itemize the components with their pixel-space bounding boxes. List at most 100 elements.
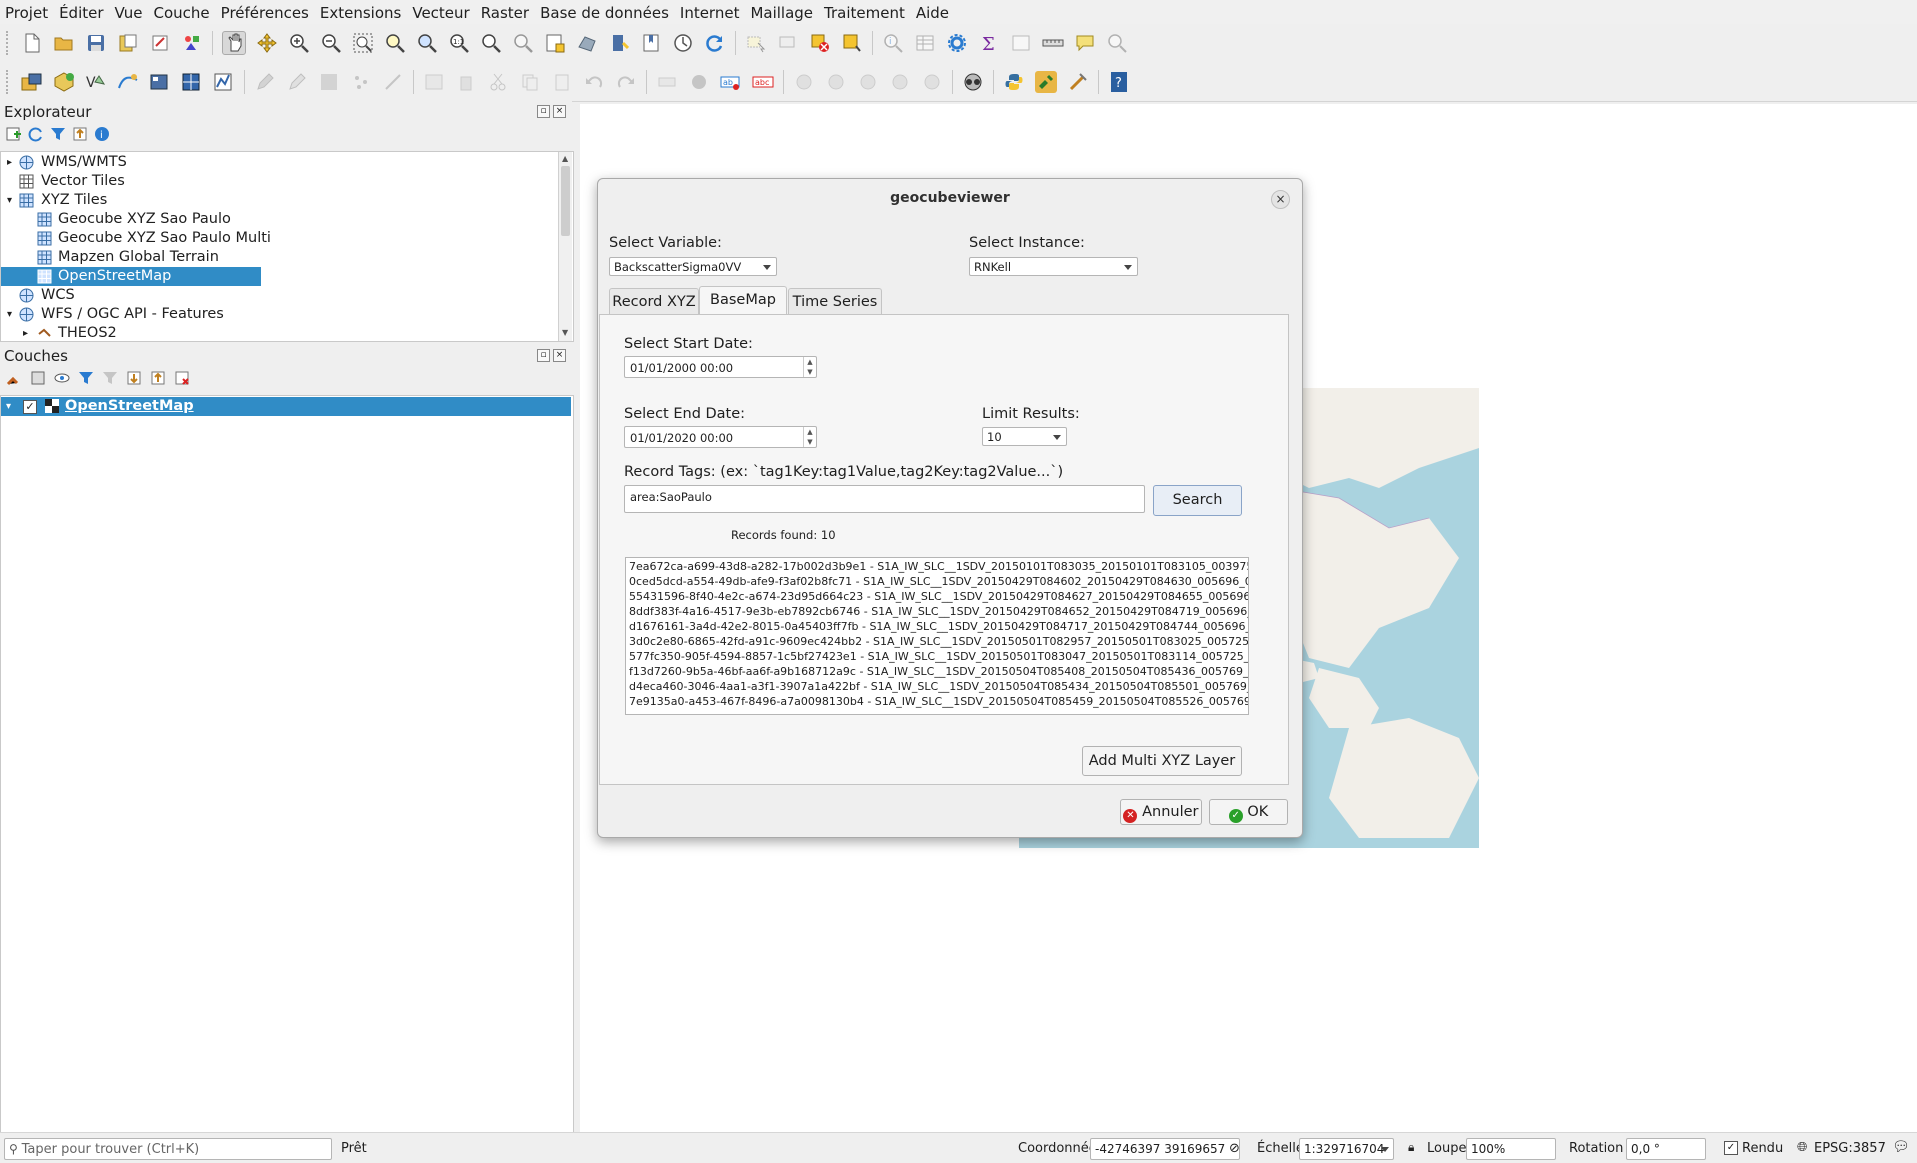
help-icon[interactable]: ? — [1108, 71, 1130, 93]
menu-traitement[interactable]: Traitement — [819, 4, 910, 22]
menu-maillage[interactable]: Maillage — [745, 4, 818, 22]
browser-item-vector-tiles[interactable]: Vector Tiles — [1, 172, 561, 191]
change-label-icon[interactable] — [857, 71, 879, 93]
rotation-spinbox[interactable]: 0,0 ° — [1626, 1138, 1706, 1160]
dialog-close-button[interactable]: × — [1271, 190, 1290, 209]
list-item[interactable]: d4eca460-3046-4aa1-a3f1-3907a1a422bf - S… — [629, 680, 1248, 693]
save-as-icon[interactable] — [117, 32, 139, 54]
list-item[interactable]: 3d0c2e80-6865-42fd-a91c-9609ec424bb2 - S… — [629, 635, 1248, 648]
toolbar-handle[interactable] — [6, 70, 12, 94]
collapse-all-icon[interactable] — [72, 126, 88, 146]
render-checkbox[interactable]: ✓ — [1724, 1141, 1738, 1155]
style-manager-icon[interactable] — [181, 32, 203, 54]
label-toolbar-icon[interactable] — [656, 71, 678, 93]
lock-scale-icon[interactable]: 🔒︎ — [1408, 1140, 1414, 1155]
select-by-value-icon[interactable] — [777, 32, 799, 54]
menu-raster[interactable]: Raster — [476, 4, 534, 22]
start-date-input[interactable]: 01/01/2000 00:00 ▲ ▼ — [624, 356, 817, 378]
add-vector-icon[interactable] — [213, 71, 235, 93]
scrollbar-thumb[interactable] — [561, 166, 570, 236]
deselect-all-icon[interactable] — [809, 32, 831, 54]
layer-diagram-icon[interactable]: abc — [752, 71, 774, 93]
statistics-icon[interactable]: Σ — [978, 32, 1000, 54]
list-item[interactable]: d1676161-3a4d-42e2-8015-0a45403ff7fb - S… — [629, 620, 1248, 633]
new-bookmark-icon[interactable] — [608, 32, 630, 54]
manage-visibility-icon[interactable] — [54, 370, 70, 390]
coordinate-toggle-icon[interactable]: ⊘ — [1229, 1141, 1240, 1156]
list-item[interactable]: 7e9135a0-a453-467f-8496-a7a0098130b4 - S… — [629, 695, 1248, 708]
select-instance-combobox[interactable]: RNKell — [969, 257, 1138, 276]
browser-item-wcs[interactable]: WCS — [1, 286, 561, 305]
collapse-arrow-icon[interactable]: ▾ — [6, 397, 11, 416]
tab-basemap[interactable]: BaseMap — [699, 286, 787, 314]
refresh-icon[interactable] — [704, 32, 726, 54]
redo-icon[interactable] — [615, 71, 637, 93]
locator-icon[interactable] — [1106, 32, 1128, 54]
print-layout-icon[interactable] — [149, 32, 171, 54]
select-features-icon[interactable] — [745, 32, 767, 54]
browser-item-mapzen-global-terrain[interactable]: Mapzen Global Terrain — [1, 248, 561, 267]
paste-features-icon[interactable] — [551, 71, 573, 93]
messages-icon[interactable]: 💬︎ — [1892, 1139, 1910, 1155]
explorer-scrollbar[interactable]: ▲ ▼ — [558, 152, 572, 341]
filter-legend-icon[interactable] — [78, 370, 94, 390]
menu-couche[interactable]: Couche — [149, 4, 215, 22]
menu-editer[interactable]: Éditer — [54, 4, 108, 22]
menu-extensions[interactable]: Extensions — [315, 4, 406, 22]
browser-item-wms[interactable]: ▸ WMS/WMTS — [1, 153, 561, 172]
date-spin-buttons[interactable]: ▲ ▼ — [803, 357, 816, 377]
undo-icon[interactable] — [583, 71, 605, 93]
float-panel-icon[interactable]: ▫ — [537, 105, 550, 118]
zoom-in-icon[interactable] — [288, 32, 310, 54]
list-item[interactable]: 8ddf383f-4a16-4517-9e3b-eb7892cb6746 - S… — [629, 605, 1248, 618]
zoom-to-selection-icon[interactable] — [384, 32, 406, 54]
open-project-icon[interactable] — [53, 32, 75, 54]
coordinate-input[interactable]: -42746397 39169657 — [1090, 1138, 1240, 1160]
field-calculator-icon[interactable] — [1010, 32, 1032, 54]
new-virtual-layer-icon[interactable] — [149, 71, 171, 93]
layer-labeling-icon[interactable]: ab — [720, 71, 742, 93]
vertex-tool-icon[interactable] — [382, 71, 404, 93]
crs-button[interactable]: EPSG:3857 — [1814, 1141, 1886, 1156]
collapse-all-layers-icon[interactable] — [150, 370, 166, 390]
style-layer-icon[interactable] — [6, 370, 22, 390]
crs-globe-icon[interactable]: 🌐︎ — [1797, 1140, 1807, 1155]
move-label-icon[interactable] — [793, 71, 815, 93]
close-panel-icon[interactable]: × — [553, 105, 566, 118]
float-panel-icon[interactable]: ▫ — [537, 349, 550, 362]
show-hide-labels-icon[interactable] — [889, 71, 911, 93]
properties-info-icon[interactable]: i — [94, 126, 110, 146]
toolbar-handle[interactable] — [6, 31, 12, 55]
browser-item-wfs[interactable]: ▾ WFS / OGC API - Features — [1, 305, 561, 324]
add-multi-xyz-layer-button[interactable]: Add Multi XYZ Layer — [1082, 746, 1242, 776]
save-project-icon[interactable] — [85, 32, 107, 54]
menu-preferences[interactable]: Préférences — [216, 4, 314, 22]
scroll-down-icon[interactable]: ▼ — [562, 328, 568, 337]
save-edits-icon[interactable] — [318, 71, 340, 93]
menu-internet[interactable]: Internet — [675, 4, 745, 22]
new-3d-view-icon[interactable] — [576, 32, 598, 54]
tab-time-series[interactable]: Time Series — [788, 288, 882, 314]
browser-item-theos2[interactable]: ▸ THEOS2 — [1, 324, 561, 341]
show-bookmarks-icon[interactable] — [640, 32, 662, 54]
ok-button[interactable]: ✓ OK — [1209, 799, 1288, 825]
zoom-next-icon[interactable] — [512, 32, 534, 54]
measure-icon[interactable] — [1042, 32, 1064, 54]
menu-projet[interactable]: Projet — [0, 4, 53, 22]
python-console-icon[interactable] — [1003, 71, 1025, 93]
search-button[interactable]: Search — [1153, 485, 1242, 516]
refresh-browser-icon[interactable] — [28, 126, 44, 146]
browser-item-geocube-xyz-sao-paulo-multi[interactable]: Geocube XYZ Sao Paulo Multi — [1, 229, 561, 248]
browser-item-openstreetmap[interactable]: OpenStreetMap — [1, 267, 561, 286]
add-selected-layers-icon[interactable] — [6, 126, 22, 146]
remove-layer-icon[interactable] — [174, 370, 190, 390]
cut-features-icon[interactable] — [487, 71, 509, 93]
label-pin-icon[interactable] — [688, 71, 710, 93]
zoom-full-icon[interactable] — [352, 32, 374, 54]
scroll-up-icon[interactable]: ▲ — [562, 154, 568, 163]
browser-item-xyz-tiles[interactable]: ▾ XYZ Tiles — [1, 191, 561, 210]
toggle-editing-icon[interactable] — [286, 71, 308, 93]
new-map-view-icon[interactable] — [544, 32, 566, 54]
identify-icon[interactable]: i — [882, 32, 904, 54]
menu-vecteur[interactable]: Vecteur — [407, 4, 474, 22]
